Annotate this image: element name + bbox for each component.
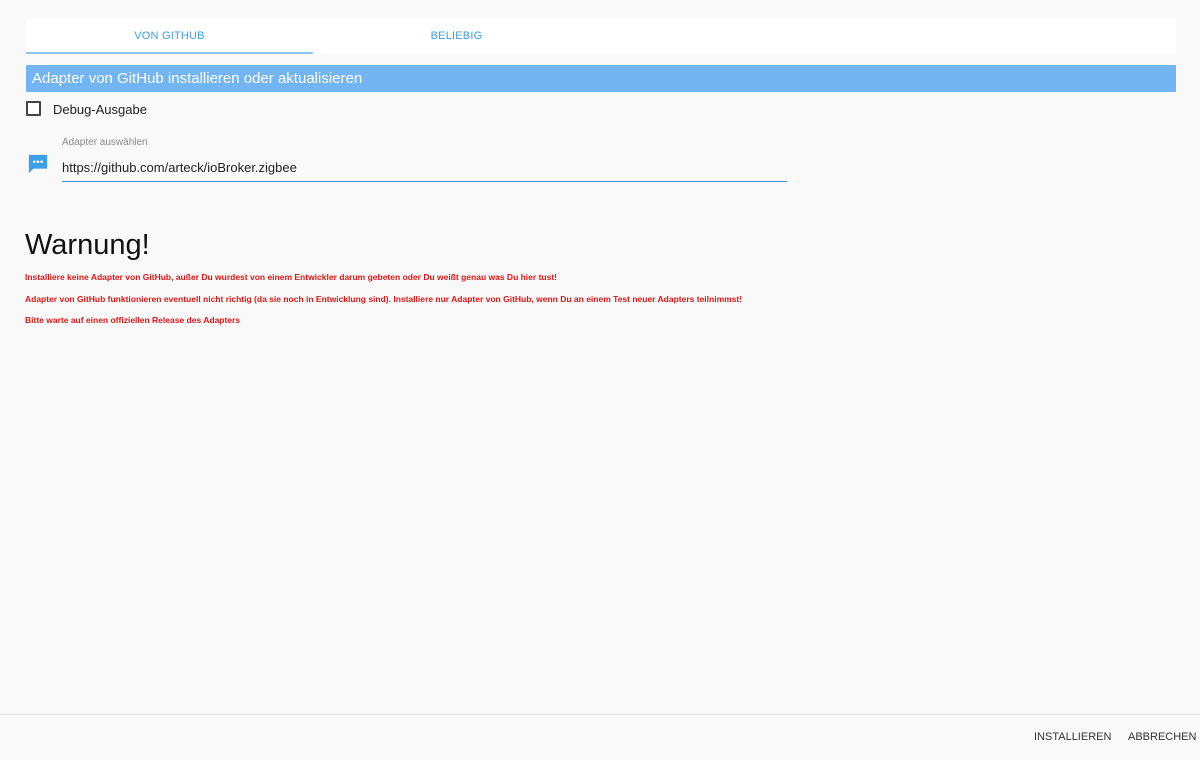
tab-bar: VON GITHUB BELIEBIG: [26, 18, 1176, 54]
cancel-button[interactable]: ABBRECHEN: [1122, 724, 1200, 750]
debug-checkbox-row[interactable]: Debug-Ausgabe: [26, 98, 147, 118]
warning-line: Installiere keine Adapter von GitHub, au…: [25, 272, 557, 282]
tab-label: BELIEBIG: [430, 30, 483, 42]
tab-label: VON GITHUB: [134, 30, 205, 42]
adapter-field-label: Adapter auswählen: [62, 137, 148, 148]
install-button[interactable]: INSTALLIEREN: [1028, 724, 1117, 750]
tab-beliebig[interactable]: BELIEBIG: [313, 18, 600, 54]
warning-title: Warnung!: [25, 229, 150, 261]
tab-von-github[interactable]: VON GITHUB: [26, 18, 313, 54]
warning-line: Adapter von GitHub funktionieren eventue…: [25, 294, 743, 304]
debug-checkbox-label: Debug-Ausgabe: [53, 101, 147, 117]
adapter-url-input[interactable]: [62, 154, 787, 182]
debug-checkbox[interactable]: [26, 100, 41, 116]
section-title: Adapter von GitHub installieren oder akt…: [26, 65, 1176, 92]
warning-line: Bitte warte auf einen offiziellen Releas…: [25, 315, 241, 325]
footer-divider: [0, 714, 1200, 715]
install-from-github-dialog: VON GITHUB BELIEBIG Adapter von GitHub i…: [0, 0, 1200, 760]
chat-bubble-dots-icon: [28, 154, 48, 174]
